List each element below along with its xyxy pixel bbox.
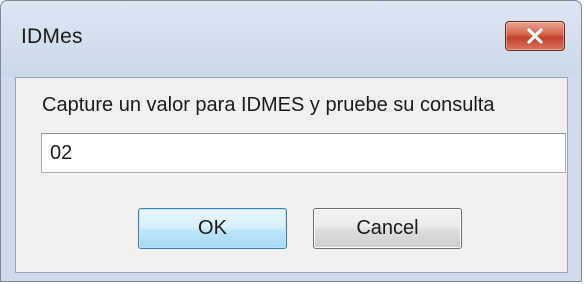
window-title: IDMes xyxy=(21,25,83,48)
idmes-input[interactable] xyxy=(41,133,566,173)
ok-button[interactable]: OK xyxy=(138,208,287,249)
prompt-label: Capture un valor para IDMES y pruebe su … xyxy=(42,94,495,116)
title-bar[interactable]: IDMes xyxy=(1,1,581,77)
dialog-window: IDMes Capture un valor para IDMES y prue… xyxy=(0,0,582,282)
dialog-body: Capture un valor para IDMES y pruebe su … xyxy=(15,77,568,273)
cancel-button[interactable]: Cancel xyxy=(313,208,462,249)
close-icon xyxy=(526,28,544,44)
close-button[interactable] xyxy=(505,21,565,51)
